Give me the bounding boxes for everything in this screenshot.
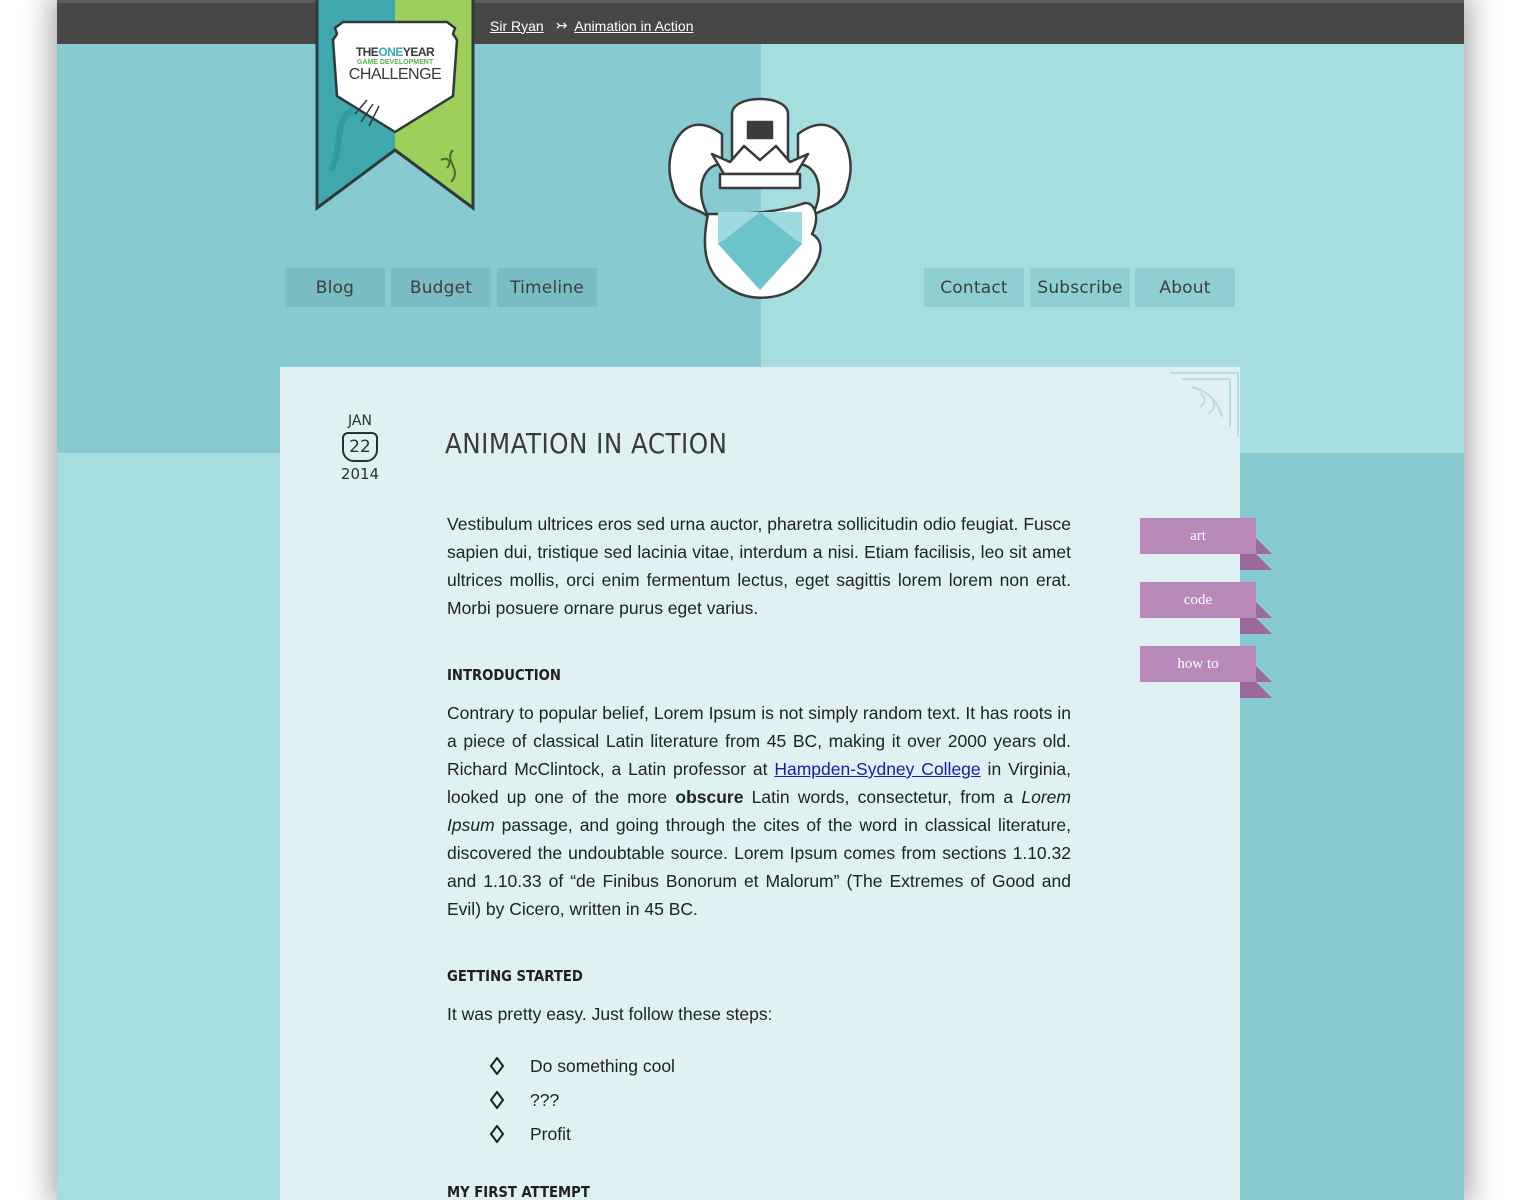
- tag-art[interactable]: art: [1140, 518, 1256, 554]
- steps-list: Do something cool ??? Profit: [490, 1049, 675, 1151]
- diamond-bullet-icon: [490, 1091, 504, 1109]
- nav-contact-button[interactable]: Contact: [924, 268, 1024, 307]
- badge-text: THEONEYEAR GAME DEVELOPMENT CHALLENGE: [341, 46, 449, 83]
- banner-icon: [315, 0, 475, 211]
- list-item: ???: [490, 1083, 675, 1117]
- step-text: ???: [530, 1089, 560, 1110]
- badge-title-line: THEONEYEAR: [341, 46, 449, 58]
- diamond-bullet-icon: [490, 1125, 504, 1143]
- getting-started-text: It was pretty easy. Just follow these st…: [447, 1004, 773, 1024]
- badge-title-year: YEAR: [402, 45, 435, 59]
- tag-code[interactable]: code: [1140, 582, 1256, 618]
- intro-text-part: Latin words, consectetur, from a: [743, 787, 1022, 807]
- step-text: Profit: [530, 1123, 571, 1144]
- breadcrumb-current-link[interactable]: Animation in Action: [574, 18, 693, 34]
- post-title: Animation in Action: [445, 427, 728, 460]
- hampden-sydney-link[interactable]: Hampden-Sydney College: [774, 759, 980, 779]
- background-panel-bottom-right: [1239, 453, 1464, 1200]
- first-attempt-heading: My First Attempt: [447, 1183, 590, 1200]
- challenge-badge[interactable]: THEONEYEAR GAME DEVELOPMENT CHALLENGE: [313, 0, 477, 214]
- introduction-paragraph: Contrary to popular belief, Lorem Ipsum …: [447, 699, 1071, 923]
- list-item: Profit: [490, 1117, 675, 1151]
- breadcrumb-separator-icon: ↣: [555, 17, 568, 33]
- intro-paragraph: Vestibulum ultrices eros sed urna auctor…: [447, 514, 1071, 618]
- breadcrumb: Sir Ryan ↣ Animation in Action: [490, 17, 694, 34]
- breadcrumb-home-link[interactable]: Sir Ryan: [490, 18, 544, 34]
- list-item: Do something cool: [490, 1049, 675, 1083]
- intro-bold-text: obscure: [675, 787, 744, 807]
- badge-subtitle: GAME DEVELOPMENT: [356, 59, 434, 66]
- tag-how-to[interactable]: how to: [1140, 646, 1256, 682]
- crest-logo-icon[interactable]: [662, 94, 858, 304]
- intro-text-part: passage, and going through the cites of …: [447, 815, 1071, 919]
- nav-subscribe-button[interactable]: Subscribe: [1030, 268, 1130, 307]
- badge-title-the: THE: [355, 45, 379, 59]
- date-month: Jan: [348, 413, 372, 429]
- corner-ornament-icon: [1170, 372, 1239, 437]
- introduction-heading: Introduction: [447, 666, 561, 684]
- date-year: 2014: [340, 465, 380, 483]
- date-day: 22: [342, 432, 378, 462]
- diamond-bullet-icon: [490, 1057, 504, 1075]
- step-text: Do something cool: [530, 1055, 675, 1076]
- post-content: Jan 22 2014 Animation in Action Vestibul…: [280, 367, 1240, 1200]
- getting-started-heading: Getting Started: [447, 967, 583, 985]
- nav-blog-button[interactable]: Blog: [285, 268, 385, 307]
- nav-timeline-button[interactable]: Timeline: [497, 268, 597, 307]
- badge-title-one: ONE: [378, 45, 403, 59]
- post-date: Jan 22 2014: [336, 413, 384, 483]
- nav-budget-button[interactable]: Budget: [391, 268, 491, 307]
- badge-challenge: CHALLENGE: [348, 66, 442, 83]
- nav-about-button[interactable]: About: [1135, 268, 1235, 307]
- top-bar: Sir Ryan ↣ Animation in Action: [57, 0, 1464, 44]
- browser-window: Sir Ryan ↣ Animation in Action THEONEYEA…: [57, 0, 1464, 1200]
